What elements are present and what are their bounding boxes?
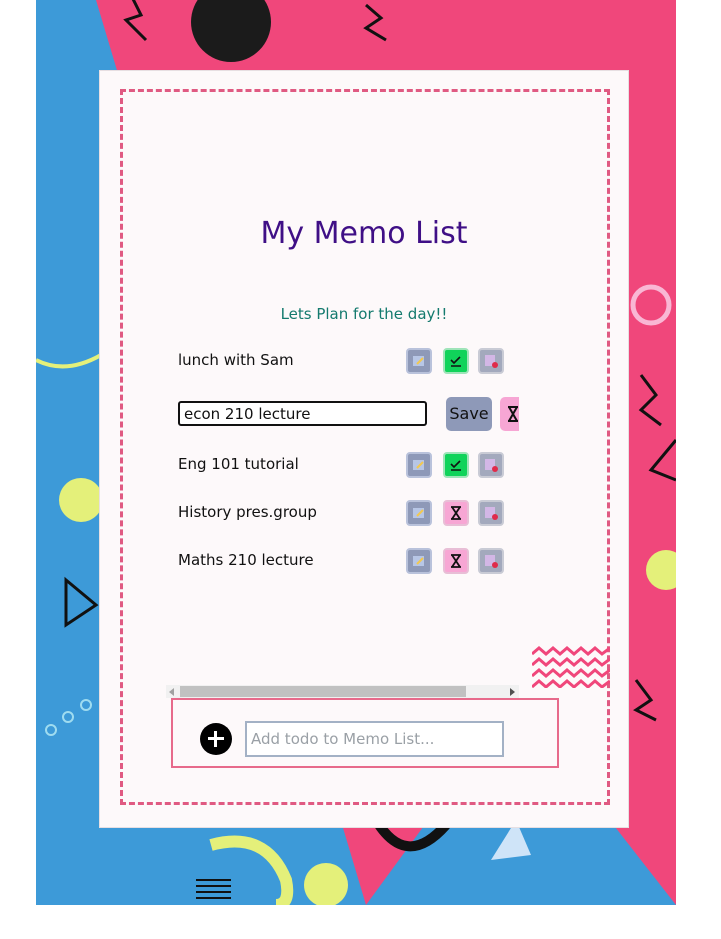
check-icon[interactable]	[443, 348, 469, 374]
page-subtitle: Lets Plan for the day!!	[280, 305, 448, 323]
todo-row: History pres.group	[178, 498, 519, 528]
hourglass-icon[interactable]	[500, 397, 519, 431]
check-icon[interactable]	[443, 452, 469, 478]
todo-text: Maths 210 lecture	[178, 551, 314, 569]
memo-card: My Memo List Lets Plan for the day!! lun…	[99, 70, 629, 828]
hourglass-icon[interactable]	[443, 500, 469, 526]
todo-row: lunch with Sam	[178, 346, 519, 376]
todo-row-editing: Save	[178, 397, 519, 431]
edit-todo-input[interactable]	[178, 401, 427, 426]
hourglass-icon[interactable]	[443, 548, 469, 574]
todo-text: History pres.group	[178, 503, 317, 521]
delete-icon[interactable]	[478, 500, 504, 526]
todo-row: Eng 101 tutorial	[178, 450, 519, 480]
add-todo-input[interactable]	[245, 721, 504, 757]
plus-circle-icon[interactable]	[200, 723, 232, 755]
scroll-left-icon[interactable]	[169, 688, 174, 696]
horizontal-scrollbar[interactable]	[166, 685, 519, 698]
todo-text: Eng 101 tutorial	[178, 455, 299, 473]
edit-icon[interactable]	[406, 348, 432, 374]
save-button[interactable]: Save	[446, 397, 492, 431]
edit-icon[interactable]	[406, 452, 432, 478]
todo-text: lunch with Sam	[178, 351, 294, 369]
todo-row: Maths 210 lecture	[178, 546, 519, 576]
add-todo-panel	[171, 698, 559, 768]
delete-icon[interactable]	[478, 548, 504, 574]
delete-icon[interactable]	[478, 348, 504, 374]
zigzag-decoration-right	[531, 646, 611, 692]
delete-icon[interactable]	[478, 452, 504, 478]
scroll-right-icon[interactable]	[510, 688, 515, 696]
page-title: My Memo List	[260, 216, 468, 251]
edit-icon[interactable]	[406, 548, 432, 574]
scrollbar-thumb[interactable]	[180, 686, 466, 697]
edit-icon[interactable]	[406, 500, 432, 526]
todo-list: lunch with Sam Save Eng 101 tutorial	[166, 341, 519, 686]
